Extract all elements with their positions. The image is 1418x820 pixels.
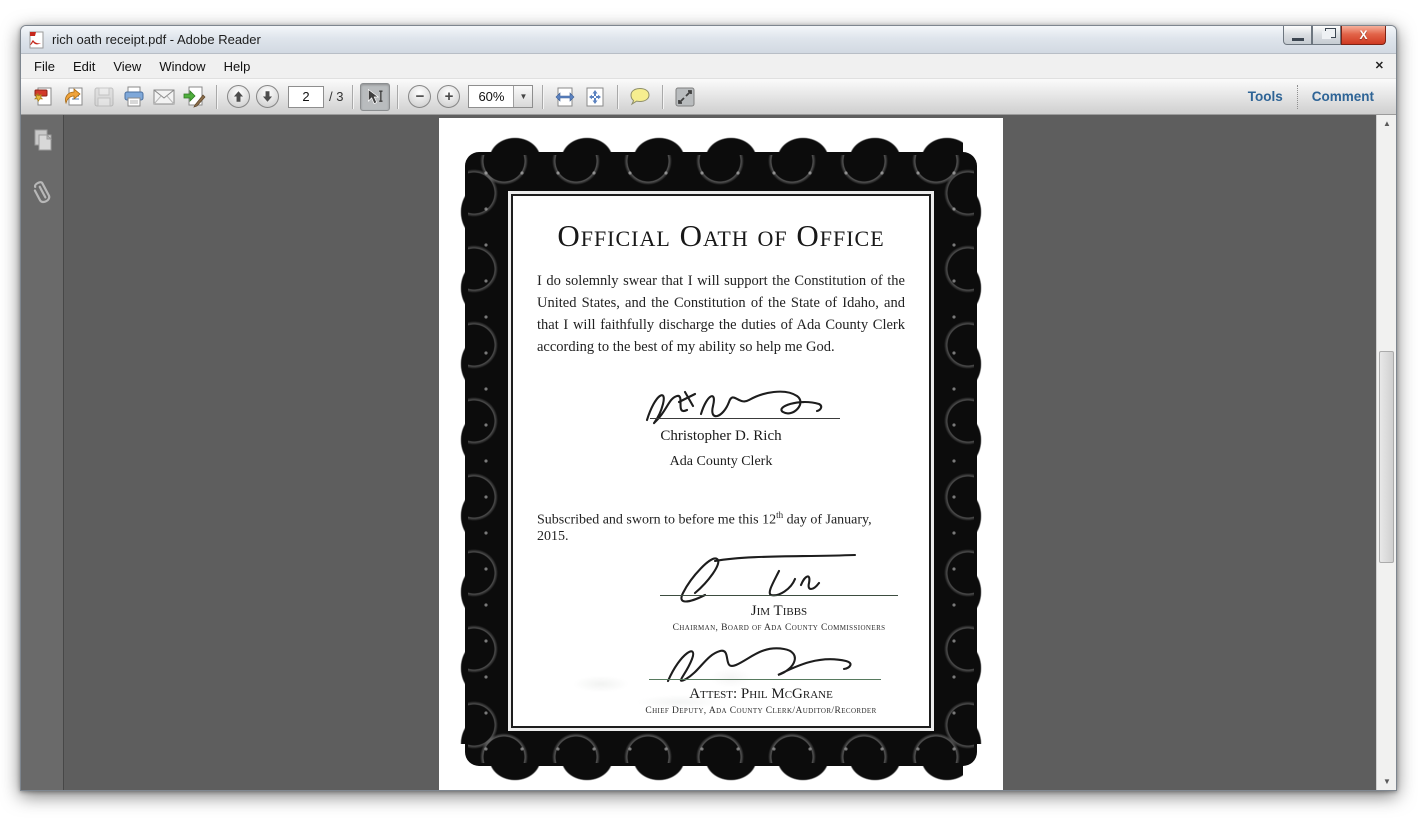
zoom-in-button[interactable]: + — [437, 85, 460, 108]
close-document-icon[interactable]: ✕ — [1375, 59, 1384, 72]
scroll-down-icon: ▼ — [1383, 777, 1391, 786]
menu-file[interactable]: File — [25, 56, 64, 77]
scan-smudge — [523, 660, 783, 720]
certificate-content: Official Oath of Office I do solemnly sw… — [511, 194, 931, 728]
page-up-icon — [232, 90, 245, 103]
signature-block-tibbs: Jim Tibbs Chairman, Board of Ada County … — [537, 549, 905, 633]
chevron-down-icon: ▼ — [520, 92, 528, 101]
comment-button[interactable] — [625, 83, 655, 111]
signer-name: Jim Tibbs — [751, 603, 807, 620]
sworn-statement: Subscribed and sworn to before me this 1… — [537, 510, 905, 545]
window-title: rich oath receipt.pdf - Adobe Reader — [52, 32, 261, 47]
minimize-icon — [1292, 38, 1304, 41]
zoom-out-button[interactable]: − — [408, 85, 431, 108]
zoom-level-combo[interactable]: 60% ▼ — [468, 85, 533, 108]
close-icon: X — [1359, 28, 1367, 42]
print-button[interactable] — [119, 83, 149, 111]
signature-tibbs — [659, 549, 899, 607]
navigation-pane — [21, 115, 64, 790]
toolbar-separator — [397, 85, 398, 109]
toolbar: / 3 − + 60% ▼ — [21, 79, 1396, 115]
toolbar-separator — [352, 85, 353, 109]
scroll-up-button[interactable]: ▲ — [1377, 115, 1397, 132]
minus-icon: − — [416, 89, 425, 104]
fit-page-button[interactable] — [580, 83, 610, 111]
zoom-level-value: 60% — [469, 89, 513, 104]
sign-button[interactable] — [179, 83, 209, 111]
plus-icon: + — [445, 89, 454, 104]
signature-rich — [635, 380, 835, 432]
previous-page-button[interactable] — [227, 85, 250, 108]
open-icon — [32, 85, 56, 109]
save-as-button[interactable] — [59, 83, 89, 111]
scroll-up-icon: ▲ — [1383, 119, 1391, 128]
certificate-border-bottom — [479, 762, 963, 790]
scroll-down-button[interactable]: ▼ — [1377, 773, 1397, 790]
signature-block-rich: Christopher D. Rich Ada County Clerk — [537, 380, 905, 470]
page-number-input[interactable] — [288, 86, 324, 108]
certificate-title: Official Oath of Office — [537, 218, 905, 254]
restore-button[interactable] — [1312, 26, 1341, 45]
minimize-button[interactable] — [1283, 26, 1312, 45]
open-button[interactable] — [29, 83, 59, 111]
page-thumbnails-button[interactable] — [21, 121, 64, 161]
title-bar[interactable]: rich oath receipt.pdf - Adobe Reader X — [21, 26, 1396, 54]
select-tool-icon — [365, 87, 385, 107]
window-controls: X — [1283, 26, 1386, 45]
signer-title: Chairman, Board of Ada County Commission… — [673, 623, 886, 633]
email-icon — [152, 85, 176, 109]
select-tool-button[interactable] — [360, 83, 390, 111]
save-button[interactable] — [89, 83, 119, 111]
email-button[interactable] — [149, 83, 179, 111]
fit-page-icon — [583, 85, 607, 109]
print-icon — [122, 85, 146, 109]
fullscreen-icon — [673, 85, 697, 109]
menu-window[interactable]: Window — [150, 56, 214, 77]
signature-line — [660, 595, 898, 596]
main-area: Official Oath of Office I do solemnly sw… — [21, 115, 1396, 790]
page-thumbnails-icon — [31, 128, 55, 154]
paperclip-icon — [30, 178, 56, 208]
sign-icon — [182, 85, 206, 109]
save-as-icon — [62, 85, 86, 109]
page-down-icon — [261, 90, 274, 103]
menu-view[interactable]: View — [104, 56, 150, 77]
fullscreen-button[interactable] — [670, 83, 700, 111]
toolbar-separator — [662, 85, 663, 109]
menu-bar: File Edit View Window Help ✕ — [21, 54, 1396, 79]
vertical-scrollbar[interactable]: ▲ ▼ — [1376, 115, 1396, 790]
restore-icon — [1322, 31, 1331, 39]
pdf-page[interactable]: Official Oath of Office I do solemnly sw… — [439, 118, 1003, 790]
close-button[interactable]: X — [1341, 26, 1386, 45]
document-viewport[interactable]: Official Oath of Office I do solemnly sw… — [65, 115, 1376, 790]
tools-panel-button[interactable]: Tools — [1234, 89, 1297, 104]
scrollbar-thumb[interactable] — [1379, 351, 1394, 563]
save-icon — [92, 85, 116, 109]
menu-edit[interactable]: Edit — [64, 56, 104, 77]
toolbar-separator — [617, 85, 618, 109]
comment-panel-button[interactable]: Comment — [1298, 89, 1388, 104]
toolbar-separator — [216, 85, 217, 109]
page-count-label: / 3 — [329, 89, 343, 104]
comment-bubble-icon — [628, 85, 652, 109]
menu-help[interactable]: Help — [215, 56, 260, 77]
attachments-button[interactable] — [21, 173, 64, 213]
fit-width-button[interactable] — [550, 83, 580, 111]
adobe-reader-window: rich oath receipt.pdf - Adobe Reader X F… — [20, 25, 1397, 791]
toolbar-separator — [542, 85, 543, 109]
zoom-dropdown-button[interactable]: ▼ — [513, 86, 532, 107]
signature-line — [650, 418, 840, 419]
next-page-button[interactable] — [256, 85, 279, 108]
oath-text: I do solemnly swear that I will support … — [537, 270, 905, 358]
signer-title: Ada County Clerk — [670, 454, 773, 470]
sworn-text: Subscribed and sworn to before me this 1… — [537, 513, 776, 528]
pdf-file-icon — [28, 31, 46, 49]
fit-width-icon — [553, 85, 577, 109]
